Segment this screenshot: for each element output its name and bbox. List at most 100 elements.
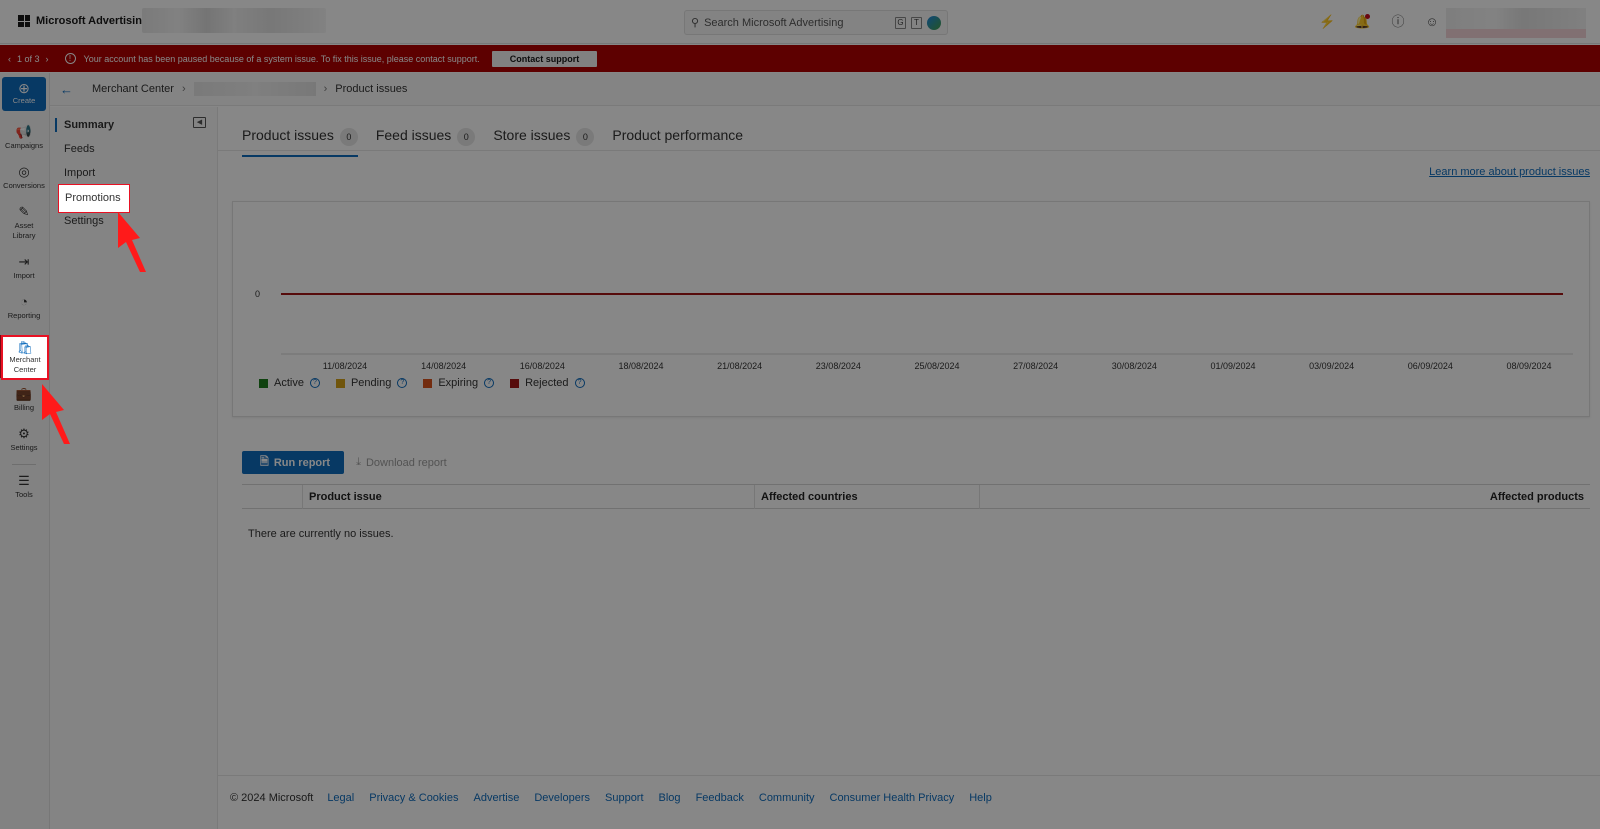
column-affected-products[interactable]: Affected products [979,485,1590,509]
issues-chart-card: 0 11/08/2024 14/08/2024 16/08/2024 18/08/202… [232,201,1590,417]
account-selector[interactable] [142,8,326,33]
user-account[interactable] [1446,8,1586,38]
help-circle-icon[interactable]: ? [309,378,320,388]
footer-link-developers[interactable]: Developers [534,792,590,804]
help-circle-icon[interactable]: ? [484,378,495,388]
footer-link-legal[interactable]: Legal [327,792,354,804]
x-tick-label: 25/08/2024 [914,361,959,371]
lightning-icon[interactable]: ⚡ [1319,14,1335,30]
rail-label: Import [13,271,35,280]
help-icon[interactable]: ⓘ [1390,14,1406,30]
column-affected-countries[interactable]: Affected countries [754,485,979,509]
tab-feed-issues[interactable]: Feed issues 0 [376,119,476,157]
footer-link-community[interactable]: Community [759,792,815,804]
create-button[interactable]: ⊕ Create [2,77,46,111]
tab-store-issues[interactable]: Store issues 0 [493,119,595,157]
contact-support-button[interactable]: Contact support [491,50,598,67]
download-report-button[interactable]: ⤓ Download report [356,456,447,469]
report-actions: 🗎 Run report ⤓ Download report [242,451,447,474]
shopping-bag-icon: 🛍 [15,339,33,354]
page-footer: © 2024 Microsoft Legal Privacy & Cookies A… [218,775,1600,829]
rail-item-settings[interactable]: ⚙ Settings [0,426,48,453]
microsoft-logo-icon [18,15,30,27]
tab-count-badge: 0 [457,128,476,146]
breadcrumb-current: Product issues [335,83,408,95]
subnav-item-feeds[interactable]: Feeds [64,143,95,155]
help-circle-icon[interactable]: ? [574,378,585,388]
target-icon: ◎ [18,164,30,179]
x-tick-label: 03/09/2024 [1309,361,1354,371]
app-logo[interactable]: Microsoft Advertising [18,15,149,27]
footer-link-support[interactable]: Support [605,792,644,804]
banner-page-count: 1 of 3 [17,53,40,64]
user-icon[interactable]: ☺ [1424,14,1440,30]
tab-divider [218,150,1600,151]
footer-link-advertise[interactable]: Advertise [474,792,520,804]
rail-item-merchant-center[interactable]: 🛍 Merchant Center [0,335,48,378]
rail-item-asset-library[interactable]: ✎ Asset Library [0,204,48,241]
chevron-right-icon: › [181,83,186,95]
rail-item-import[interactable]: ⇥ Import [0,254,48,281]
rail-item-conversions[interactable]: ◎ Conversions [0,164,48,191]
megaphone-icon: 📢 [15,124,33,139]
subnav-item-summary[interactable]: Summary [64,119,114,131]
tab-product-issues[interactable]: Product issues 0 [242,119,358,157]
tab-product-performance[interactable]: Product performance [612,119,743,157]
rail-label: Settings [10,443,38,452]
footer-link-consumer-health-privacy[interactable]: Consumer Health Privacy [830,792,955,804]
legend-label: Expiring [438,377,479,389]
shortcut-key-t: T [911,16,922,29]
x-tick-label: 11/08/2024 [323,361,367,371]
chevron-left-icon[interactable]: ‹ [8,54,11,64]
legend-swatch [259,378,268,388]
learn-more-link[interactable]: Learn more about product issues [1429,166,1590,178]
x-tick-label: 23/08/2024 [816,361,861,371]
legend-item-pending[interactable]: Pending? [335,377,408,389]
download-report-label: Download report [365,456,447,469]
image-edit-icon: ✎ [18,204,30,219]
legend-swatch [510,378,520,388]
info-icon: ! [64,53,76,64]
bell-icon[interactable]: 🔔 [1354,14,1370,30]
create-label: Create [12,96,36,105]
legend-label: Active [274,377,304,389]
pause-banner: ‹ 1 of 3 › ! Your account has been pause… [0,45,1600,72]
run-report-button[interactable]: 🗎 Run report [242,451,345,474]
rail-label: Merchant Center [8,356,40,375]
help-circle-icon[interactable]: ? [397,378,408,388]
legend-item-expiring[interactable]: Expiring? [423,377,495,389]
rail-item-campaigns[interactable]: 📢 Campaigns [0,124,48,151]
subnav-item-promotions[interactable]: Promotions [64,191,120,203]
footer-link-blog[interactable]: Blog [659,792,681,804]
rail-item-reporting[interactable]: ◔ Reporting [0,294,48,321]
collapse-pane-icon[interactable]: ◀ [193,117,206,128]
search-input[interactable]: Search Microsoft Advertising [704,17,890,29]
wallet-icon: 💼 [15,386,33,401]
subnav-item-settings[interactable]: Settings [64,215,104,227]
subnav-item-import[interactable]: Import [64,167,95,179]
footer-link-help[interactable]: Help [969,792,992,804]
copilot-icon[interactable] [927,15,941,30]
rail-item-tools[interactable]: ☰ Tools [0,473,48,500]
breadcrumb-merchant-center[interactable]: Merchant Center [92,83,174,95]
legend-item-rejected[interactable]: Rejected? [510,377,585,389]
tab-label: Store issues [493,127,571,143]
select-column [242,485,302,509]
rail-label: Billing [13,403,34,412]
footer-link-feedback[interactable]: Feedback [696,792,744,804]
column-product-issue[interactable]: Product issue [302,485,754,509]
breadcrumb-store-name[interactable] [193,82,316,96]
footer-link-privacy-cookies[interactable]: Privacy & Cookies [369,792,458,804]
x-tick-label: 08/09/2024 [1506,361,1551,371]
chart-legend: Active? Pending? Expiring? Rejected? [259,377,585,389]
back-arrow-icon[interactable]: ← [60,82,74,97]
banner-message: Your account has been paused because of … [83,53,480,64]
legend-item-active[interactable]: Active? [259,377,320,389]
banner-pager: ‹ 1 of 3 › [8,54,49,64]
download-icon: ⤓ [356,456,361,468]
rail-item-billing[interactable]: 💼 Billing [0,386,48,413]
chevron-right-icon[interactable]: › [46,54,49,64]
shortcut-key-g: G [895,16,906,29]
x-tick-label: 18/08/2024 [618,361,663,371]
search-box[interactable]: ⚲ Search Microsoft Advertising G T [684,10,948,35]
